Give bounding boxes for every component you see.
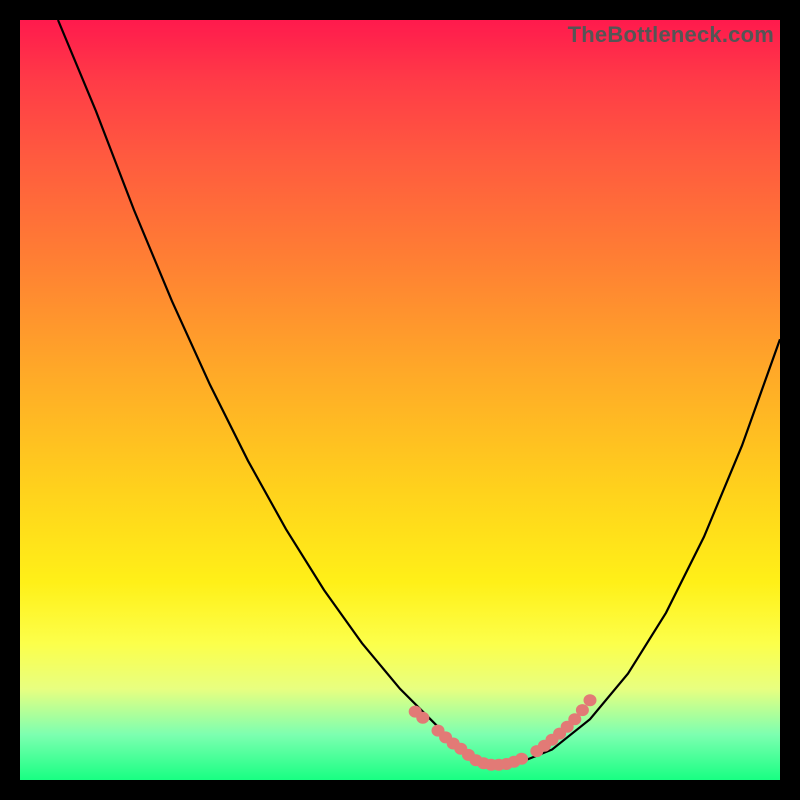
bottleneck-curve <box>58 20 780 765</box>
marker-dot <box>584 694 597 706</box>
marker-dot <box>576 704 589 716</box>
chart-frame: TheBottleneck.com <box>0 0 800 800</box>
highlight-markers <box>409 694 597 771</box>
marker-dot <box>416 712 429 724</box>
plot-area: TheBottleneck.com <box>20 20 780 780</box>
curve-layer <box>20 20 780 780</box>
marker-dot <box>515 753 528 765</box>
